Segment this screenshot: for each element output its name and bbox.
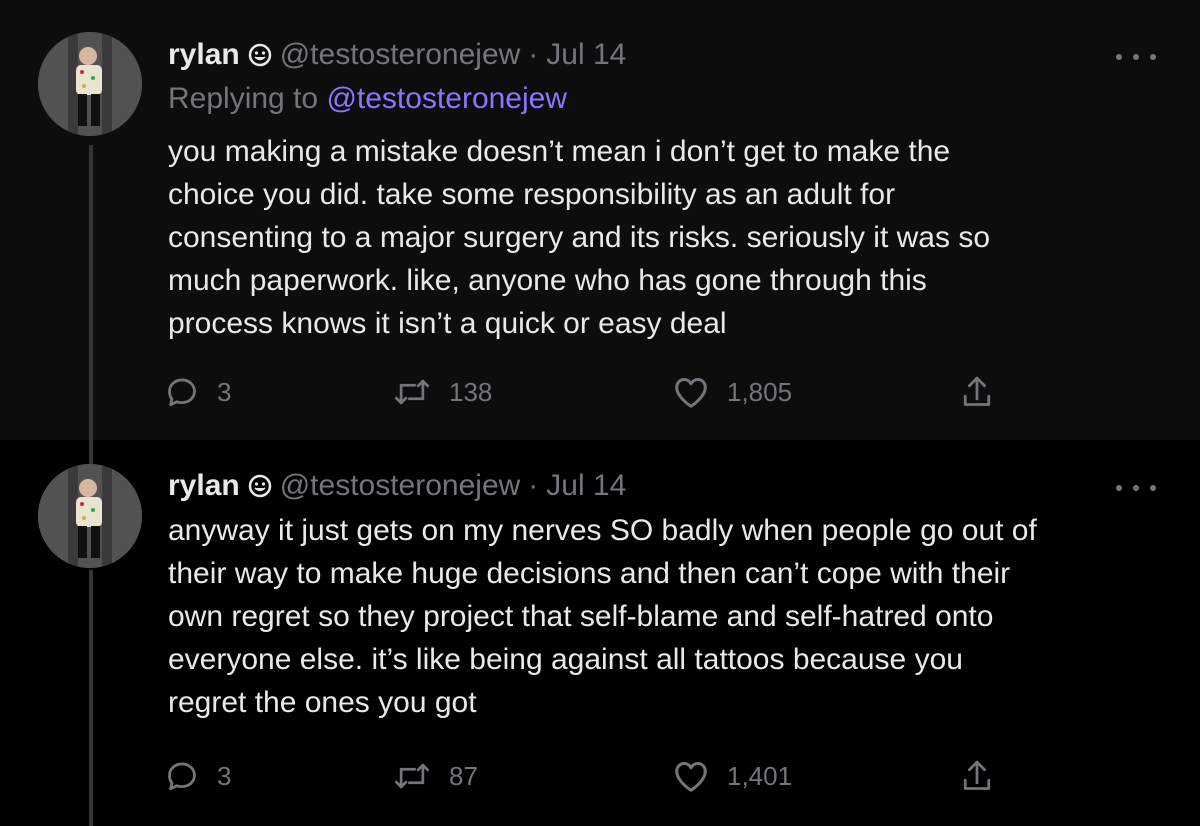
heart-icon	[675, 377, 707, 408]
tweet-text-line: you making a mistake doesn’t mean i don’…	[168, 135, 951, 168]
like-count: 1,805	[727, 376, 793, 407]
replying-to: Replying to @testosteronejew	[168, 82, 567, 116]
tweet-text-line: anyway it just gets on my nerves SO badl…	[168, 514, 1037, 547]
tweet-text-line: choice you did. take some responsibility…	[168, 178, 896, 211]
replying-mention-link[interactable]: @testosteronejew	[326, 82, 567, 115]
retweet-icon	[395, 379, 429, 405]
thread-line	[89, 570, 93, 826]
tweet-date[interactable]: Jul 14	[546, 38, 626, 72]
reply-count: 3	[217, 376, 232, 407]
retweet-count: 87	[449, 760, 478, 791]
tweet-text-line: regret the ones you got	[168, 686, 477, 719]
avatar-image	[38, 32, 142, 136]
tweet-text-line: consenting to a major surgery and its ri…	[168, 221, 990, 254]
smiley-badge-icon	[248, 474, 272, 498]
tweet-header: rylan @testosteronejew · Jul 14	[168, 464, 626, 508]
retweet-button[interactable]: 138	[393, 370, 492, 414]
tweet-text: anyway it just gets on my nerves SO badl…	[168, 509, 1158, 724]
tweet-text: you making a mistake doesn’t mean i don’…	[168, 130, 1158, 345]
tweet[interactable]: rylan @testosteronejew · Jul 14 Replying…	[0, 0, 1200, 440]
tweet-text-line: everyone else. it’s like being against a…	[168, 643, 963, 676]
replying-prefix: Replying to	[168, 82, 319, 115]
retweet-icon	[395, 763, 429, 789]
tweet-actions: 3 87 1,401	[165, 754, 1005, 798]
separator: ·	[528, 38, 539, 71]
thread-line	[89, 145, 93, 440]
like-button[interactable]: 1,805	[673, 370, 792, 414]
like-button[interactable]: 1,401	[673, 754, 792, 798]
tweet-date[interactable]: Jul 14	[546, 469, 626, 503]
more-horizontal-icon[interactable]	[1116, 47, 1156, 67]
share-button[interactable]	[960, 754, 994, 798]
author-handle[interactable]: @testosteronejew	[280, 469, 521, 503]
share-button[interactable]	[960, 370, 994, 414]
tweet-feed: rylan @testosteronejew · Jul 14 Replying…	[0, 0, 1200, 826]
author-handle[interactable]: @testosteronejew	[280, 38, 521, 72]
author-name[interactable]: rylan	[168, 38, 240, 72]
reply-button[interactable]: 3	[165, 754, 231, 798]
separator: ·	[528, 469, 539, 502]
retweet-count: 138	[449, 376, 493, 407]
tweet-text-line: own regret so they project that self-bla…	[168, 600, 994, 633]
avatar[interactable]	[38, 32, 142, 136]
more-horizontal-icon[interactable]	[1116, 478, 1156, 498]
tweet[interactable]: rylan @testosteronejew · Jul 14 anyway i…	[0, 440, 1200, 826]
heart-icon	[675, 761, 707, 792]
author-name[interactable]: rylan	[168, 469, 240, 503]
tweet-text-line: much paperwork. like, anyone who has gon…	[168, 264, 927, 297]
reply-count: 3	[217, 760, 232, 791]
thread-line	[89, 440, 93, 464]
smiley-badge-icon	[248, 43, 272, 67]
reply-icon	[168, 762, 196, 791]
tweet-text-line: process knows it isn’t a quick or easy d…	[168, 307, 727, 340]
reply-icon	[168, 378, 196, 407]
like-count: 1,401	[727, 760, 793, 791]
avatar-image	[38, 464, 142, 568]
share-icon	[963, 760, 991, 790]
avatar[interactable]	[38, 464, 142, 568]
tweet-text-line: their way to make huge decisions and the…	[168, 557, 1011, 590]
reply-button[interactable]: 3	[165, 370, 231, 414]
tweet-actions: 3 138 1,805	[165, 370, 1005, 414]
retweet-button[interactable]: 87	[393, 754, 478, 798]
share-icon	[963, 376, 991, 406]
tweet-header: rylan @testosteronejew · Jul 14	[168, 33, 626, 77]
